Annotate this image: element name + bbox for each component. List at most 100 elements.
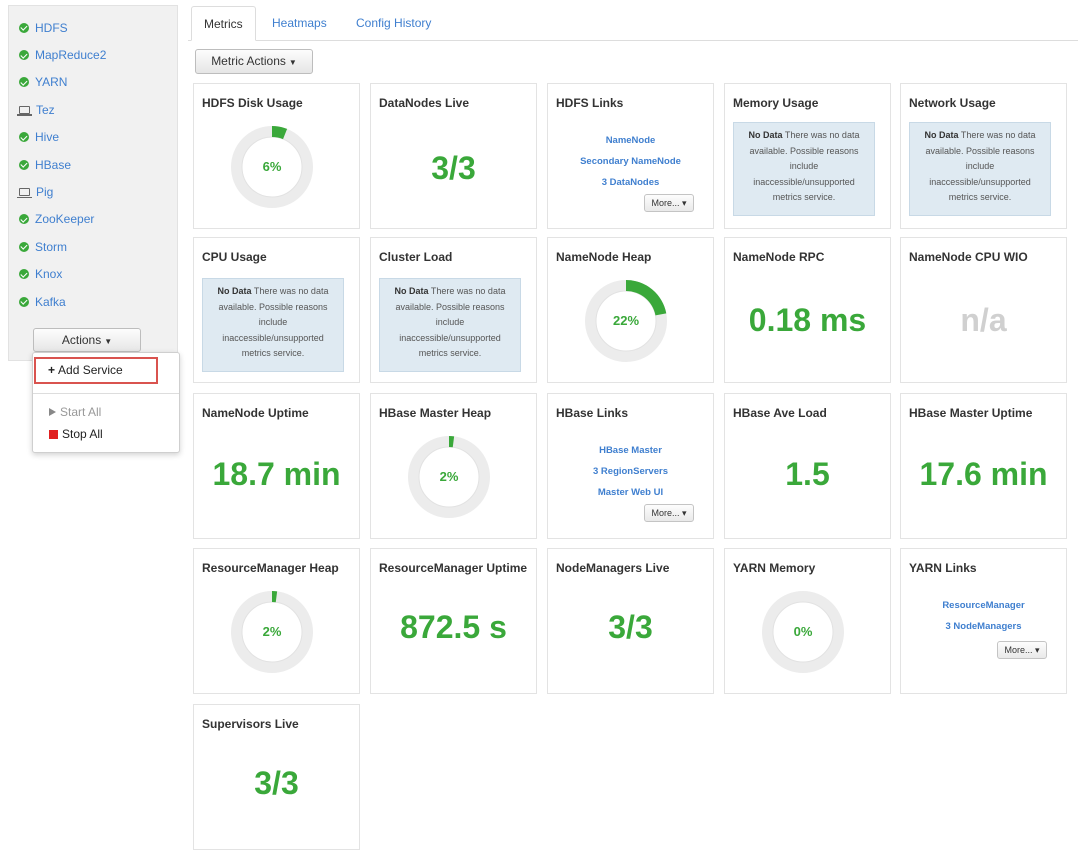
widget-value: 3/3	[608, 609, 653, 645]
stop-all-label: Stop All	[62, 427, 103, 441]
widget-hbase-links: HBase Links HBase Master 3 RegionServers…	[547, 393, 714, 539]
widget-title: HBase Ave Load	[733, 406, 827, 420]
widget-hbase-master-heap[interactable]: HBase Master Heap 2%	[370, 393, 537, 539]
gauge-percent: 2%	[262, 624, 282, 639]
tab-heatmaps[interactable]: Heatmaps	[272, 6, 327, 40]
service-item-knox[interactable]: Knox	[9, 261, 177, 288]
link-secondary-namenode[interactable]: Secondary NameNode	[548, 151, 713, 172]
widget-title: Memory Usage	[733, 96, 819, 110]
widget-hdfs-links: HDFS Links NameNode Secondary NameNode 3…	[547, 83, 714, 229]
widget-namenode-heap[interactable]: NameNode Heap 22%	[547, 237, 714, 383]
service-label: Storm	[35, 239, 68, 254]
dashboard-tabs: Metrics Heatmaps Config History	[188, 6, 1078, 41]
widget-value: 3/3	[431, 150, 476, 186]
widget-title: YARN Memory	[733, 561, 816, 575]
no-data-heading: No Data	[394, 286, 429, 296]
check-circle-icon	[19, 214, 29, 225]
widget-title: NodeManagers Live	[556, 561, 670, 575]
widget-yarn-memory[interactable]: YARN Memory 0%	[724, 548, 891, 694]
caret-down-icon: ▾	[682, 198, 687, 208]
widget-hbase-ave-load[interactable]: HBase Ave Load 1.5	[724, 393, 891, 539]
widget-hbase-master-uptime[interactable]: HBase Master Uptime 17.6 min	[900, 393, 1067, 539]
service-label: YARN	[35, 75, 68, 90]
stop-all-menu-item[interactable]: Stop All	[49, 427, 103, 441]
service-item-yarn[interactable]: YARN	[9, 69, 177, 96]
no-data-text: There was no data available. Possible re…	[925, 130, 1036, 202]
services-sidebar: HDFS MapReduce2 YARN Tez Hive HBase Pig …	[8, 5, 178, 361]
more-button[interactable]: More... ▾	[644, 194, 694, 212]
widget-title: NameNode Uptime	[202, 406, 309, 420]
pie-gauge: 6%	[229, 124, 315, 210]
start-all-menu-item[interactable]: Start All	[49, 405, 101, 419]
tab-metrics[interactable]: Metrics	[191, 6, 256, 41]
service-item-storm[interactable]: Storm	[9, 233, 177, 260]
service-label: HBase	[35, 157, 72, 172]
widget-cluster-load[interactable]: Cluster Load No Data There was no data a…	[370, 237, 537, 383]
widget-title: Supervisors Live	[202, 717, 299, 731]
link-datanodes[interactable]: 3 DataNodes	[548, 172, 713, 193]
no-data-heading: No Data	[748, 130, 783, 140]
pie-gauge: 0%	[760, 589, 846, 675]
link-hbase-master[interactable]: HBase Master	[548, 440, 713, 461]
widget-title: HDFS Disk Usage	[202, 96, 303, 110]
no-data-heading: No Data	[217, 286, 252, 296]
widget-title: ResourceManager Uptime	[379, 561, 528, 575]
widget-namenode-uptime[interactable]: NameNode Uptime 18.7 min	[193, 393, 360, 539]
check-circle-icon	[19, 159, 29, 170]
widget-title: HBase Links	[556, 406, 629, 420]
link-regionservers[interactable]: 3 RegionServers	[548, 461, 713, 482]
add-service-menu-item[interactable]: + Add Service	[34, 357, 158, 384]
service-label: Tez	[36, 102, 55, 117]
service-item-mapreduce2[interactable]: MapReduce2	[9, 41, 177, 68]
widget-memory-usage[interactable]: Memory Usage No Data There was no data a…	[724, 83, 891, 229]
play-icon	[49, 408, 56, 416]
link-master-web-ui[interactable]: Master Web UI	[548, 482, 713, 503]
service-item-tez[interactable]: Tez	[9, 96, 177, 123]
service-item-hbase[interactable]: HBase	[9, 151, 177, 178]
service-item-zookeeper[interactable]: ZooKeeper	[9, 206, 177, 233]
widget-title: YARN Links	[909, 561, 977, 575]
check-circle-icon	[19, 22, 29, 33]
laptop-icon	[17, 188, 32, 199]
more-button[interactable]: More... ▾	[997, 641, 1047, 659]
link-nodemanagers[interactable]: 3 NodeManagers	[901, 616, 1066, 637]
gauge-percent: 22%	[612, 313, 640, 328]
service-item-kafka[interactable]: Kafka	[9, 288, 177, 315]
service-label: Hive	[35, 130, 60, 145]
link-resourcemanager[interactable]: ResourceManager	[901, 595, 1066, 616]
check-circle-icon	[19, 241, 29, 252]
caret-down-icon: ▾	[682, 508, 687, 518]
service-label: HDFS	[35, 20, 68, 35]
caret-down-icon: ▼	[104, 337, 113, 346]
widget-title: NameNode Heap	[556, 250, 652, 264]
service-label: ZooKeeper	[35, 212, 95, 227]
caret-down-icon: ▼	[288, 58, 297, 67]
link-namenode[interactable]: NameNode	[548, 130, 713, 151]
menu-divider	[33, 393, 179, 394]
widget-resourcemanager-uptime[interactable]: ResourceManager Uptime 872.5 s	[370, 548, 537, 694]
widget-namenode-rpc[interactable]: NameNode RPC 0.18 ms	[724, 237, 891, 383]
actions-button[interactable]: Actions ▼	[33, 328, 141, 352]
widget-nodemanagers-live[interactable]: NodeManagers Live 3/3	[547, 548, 714, 694]
tab-config-history[interactable]: Config History	[356, 6, 431, 40]
widget-datanodes-live[interactable]: DataNodes Live 3/3	[370, 83, 537, 229]
no-data-notice: No Data There was no data available. Pos…	[733, 122, 875, 216]
widget-title: Cluster Load	[379, 250, 453, 264]
service-item-hdfs[interactable]: HDFS	[9, 14, 177, 41]
no-data-text: There was no data available. Possible re…	[218, 286, 329, 358]
service-item-pig[interactable]: Pig	[9, 178, 177, 205]
actions-dropdown-menu: + Add Service Start All Stop All	[32, 352, 180, 453]
widget-supervisors-live[interactable]: Supervisors Live 3/3	[193, 704, 360, 850]
widget-namenode-cpu-wio[interactable]: NameNode CPU WIO n/a	[900, 237, 1067, 383]
widget-title: Network Usage	[909, 96, 996, 110]
metric-actions-button[interactable]: Metric Actions ▼	[195, 49, 313, 74]
widget-network-usage[interactable]: Network Usage No Data There was no data …	[900, 83, 1067, 229]
service-label: MapReduce2	[35, 48, 107, 63]
service-list: HDFS MapReduce2 YARN Tez Hive HBase Pig …	[9, 14, 177, 315]
widget-resourcemanager-heap[interactable]: ResourceManager Heap 2%	[193, 548, 360, 694]
service-item-hive[interactable]: Hive	[9, 124, 177, 151]
widget-cpu-usage[interactable]: CPU Usage No Data There was no data avai…	[193, 237, 360, 383]
widget-hdfs-disk-usage[interactable]: HDFS Disk Usage 6%	[193, 83, 360, 229]
more-button[interactable]: More... ▾	[644, 504, 694, 522]
widget-title: HBase Master Heap	[379, 406, 492, 420]
